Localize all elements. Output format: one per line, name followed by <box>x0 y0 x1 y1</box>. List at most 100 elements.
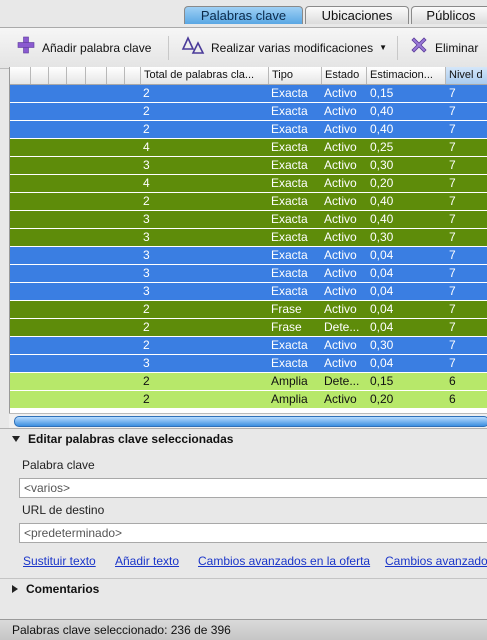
cell-nivel: 7 <box>449 212 456 226</box>
tab-publicos[interactable]: Públicos <box>411 6 487 24</box>
disclosure-right-icon <box>12 585 18 593</box>
column-header-blank[interactable] <box>86 67 107 84</box>
table-row[interactable]: 3 Exacta Activo 0,04 7 <box>10 355 487 373</box>
cell-estimacion: 0,04 <box>370 302 394 316</box>
disclosure-down-icon <box>12 436 20 442</box>
cell-tipo: Exacta <box>271 104 308 118</box>
multi-edit-button[interactable]: Realizar varias modificaciones ▼ <box>181 36 387 58</box>
cell-tipo: Exacta <box>271 194 308 208</box>
cell-estado: Activo <box>324 212 357 226</box>
column-header-blank[interactable] <box>10 67 31 84</box>
delete-x-icon <box>409 35 429 61</box>
cell-tipo: Exacta <box>271 338 308 352</box>
cell-total: 2 <box>143 122 150 136</box>
tab-bar: Palabras clave Ubicaciones Públicos <box>0 0 487 27</box>
cell-nivel: 6 <box>449 374 456 388</box>
table-row[interactable]: 4 Exacta Activo 0,20 7 <box>10 175 487 193</box>
table-row[interactable]: 2 Exacta Activo 0,15 7 <box>10 85 487 103</box>
cell-estimacion: 0,20 <box>370 176 394 190</box>
table-row[interactable]: 2 Amplia Dete... 0,15 6 <box>10 373 487 391</box>
cell-total: 3 <box>143 284 150 298</box>
cell-estimacion: 0,30 <box>370 338 394 352</box>
table-row[interactable]: 3 Exacta Activo 0,40 7 <box>10 211 487 229</box>
edit-section-header[interactable]: Editar palabras clave seleccionadas <box>12 432 233 446</box>
cell-estado: Activo <box>324 176 357 190</box>
table-row[interactable]: 3 Exacta Activo 0,30 7 <box>10 229 487 247</box>
table-row[interactable]: 3 Exacta Activo 0,30 7 <box>10 157 487 175</box>
cell-nivel: 7 <box>449 140 456 154</box>
advanced-changes-link[interactable]: Cambios avanzados <box>385 554 487 568</box>
cell-estimacion: 0,30 <box>370 158 394 172</box>
replace-text-link[interactable]: Sustituir texto <box>23 554 96 568</box>
cell-tipo: Exacta <box>271 86 308 100</box>
table-row[interactable]: 2 Exacta Activo 0,40 7 <box>10 103 487 121</box>
cell-estimacion: 0,04 <box>370 248 394 262</box>
column-header-tipo[interactable]: Tipo <box>269 67 322 84</box>
cell-estimacion: 0,04 <box>370 356 394 370</box>
cell-estado: Dete... <box>324 374 360 388</box>
edit-section-title: Editar palabras clave seleccionadas <box>28 432 234 446</box>
url-field[interactable]: <predeterminado> <box>19 523 487 543</box>
table-row[interactable]: 2 Amplia Activo 0,20 6 <box>10 391 487 409</box>
cell-nivel: 7 <box>449 248 456 262</box>
delete-button[interactable]: Eliminar <box>409 35 479 61</box>
table-row[interactable]: 2 Exacta Activo 0,30 7 <box>10 337 487 355</box>
table-row[interactable]: 3 Exacta Activo 0,04 7 <box>10 283 487 301</box>
cell-nivel: 7 <box>449 104 456 118</box>
table-row[interactable]: 2 Exacta Activo 0,40 7 <box>10 193 487 211</box>
cell-total: 3 <box>143 230 150 244</box>
cell-tipo: Amplia <box>271 374 308 388</box>
cell-estimacion: 0,40 <box>370 104 394 118</box>
cell-total: 3 <box>143 356 150 370</box>
column-header-nivel[interactable]: Nivel d <box>446 67 487 84</box>
advanced-bid-changes-link[interactable]: Cambios avanzados en la oferta <box>198 554 370 568</box>
column-header-blank[interactable] <box>107 67 125 84</box>
cell-estado: Activo <box>324 392 357 406</box>
cell-estado: Activo <box>324 266 357 280</box>
cell-total: 2 <box>143 86 150 100</box>
column-header-total[interactable]: Total de palabras cla... <box>141 67 269 84</box>
cell-tipo: Exacta <box>271 212 308 226</box>
cell-tipo: Exacta <box>271 230 308 244</box>
table-row[interactable]: 2 Frase Activo 0,04 7 <box>10 301 487 319</box>
column-header-blank[interactable] <box>125 67 141 84</box>
cell-estado: Dete... <box>324 320 360 334</box>
delete-label: Eliminar <box>435 41 479 55</box>
table-row[interactable]: 4 Exacta Activo 0,25 7 <box>10 139 487 157</box>
column-header-estado[interactable]: Estado <box>322 67 367 84</box>
column-header-blank[interactable] <box>31 67 49 84</box>
cell-estado: Activo <box>324 284 357 298</box>
cell-estimacion: 0,15 <box>370 86 394 100</box>
horizontal-scrollbar-thumb[interactable] <box>14 416 487 427</box>
table-row[interactable]: 3 Exacta Activo 0,04 7 <box>10 247 487 265</box>
tab-ubicaciones[interactable]: Ubicaciones <box>305 6 409 24</box>
cell-estimacion: 0,40 <box>370 212 394 226</box>
table-row[interactable]: 2 Frase Dete... 0,04 7 <box>10 319 487 337</box>
cell-tipo: Exacta <box>271 122 308 136</box>
url-field-label: URL de destino <box>22 503 105 517</box>
table-row[interactable]: 2 Exacta Activo 0,40 7 <box>10 121 487 139</box>
cell-estado: Activo <box>324 194 357 208</box>
cell-nivel: 7 <box>449 320 456 334</box>
table-row[interactable]: 3 Exacta Activo 0,04 7 <box>10 265 487 283</box>
cell-nivel: 7 <box>449 338 456 352</box>
cell-nivel: 6 <box>449 392 456 406</box>
column-header-estimacion[interactable]: Estimacion... <box>367 67 446 84</box>
tab-palabras-clave[interactable]: Palabras clave <box>184 6 303 24</box>
comments-section-header[interactable]: Comentarios <box>12 582 99 596</box>
cell-total: 2 <box>143 392 150 406</box>
cell-tipo: Exacta <box>271 248 308 262</box>
cell-tipo: Exacta <box>271 356 308 370</box>
column-header-blank[interactable] <box>67 67 86 84</box>
comments-section: Comentarios <box>0 578 487 600</box>
cell-estimacion: 0,04 <box>370 266 394 280</box>
append-text-link[interactable]: Añadir texto <box>115 554 179 568</box>
cell-total: 3 <box>143 266 150 280</box>
cell-estado: Activo <box>324 158 357 172</box>
keyword-field[interactable]: <varios> <box>19 478 487 498</box>
cell-estimacion: 0,20 <box>370 392 394 406</box>
add-keyword-button[interactable]: Añadir palabra clave <box>16 36 151 58</box>
column-header-blank[interactable] <box>49 67 67 84</box>
status-text: Palabras clave seleccionado: 236 de 396 <box>12 623 231 637</box>
toolbar-divider <box>168 36 169 60</box>
